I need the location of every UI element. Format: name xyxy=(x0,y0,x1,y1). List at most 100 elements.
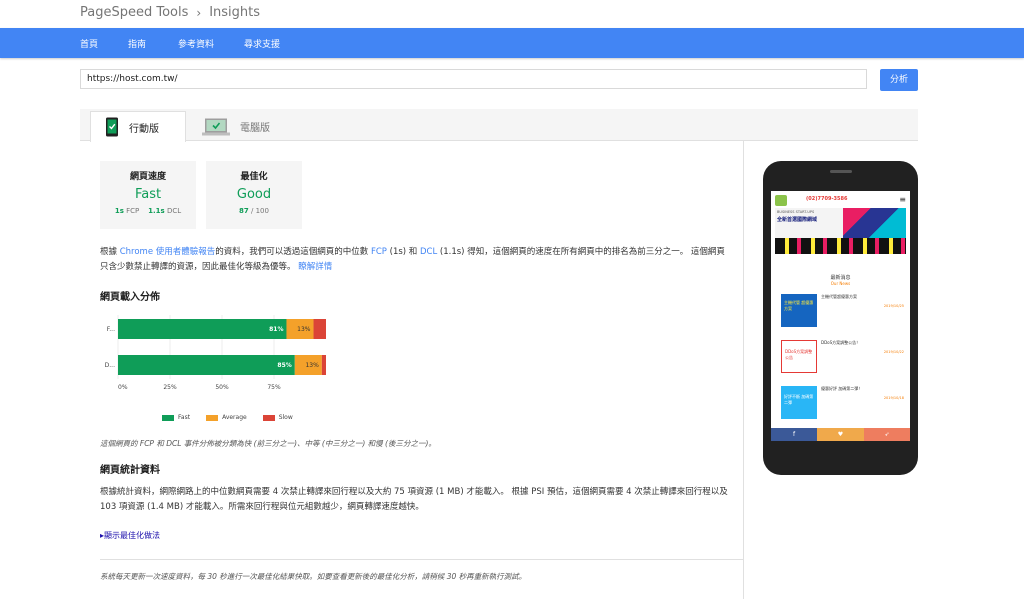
dcl-link[interactable]: DCL xyxy=(420,247,437,257)
device-tabs: 行動版 電腦版 xyxy=(80,109,918,142)
news-thumb-1[interactable]: 主機代管 超優惠方案 xyxy=(781,294,817,327)
legend-label: Fast xyxy=(178,414,191,421)
fcp-value: 1s xyxy=(114,207,124,215)
bar-slow xyxy=(313,319,326,339)
optimization-score-card: 最佳化 Good 87 / 100 xyxy=(206,161,302,229)
analyze-button[interactable]: 分析 xyxy=(880,69,918,91)
phone-screen: (02)7709-3586 ≡ BUSINESS START-UPS 全新首選國… xyxy=(771,191,910,441)
main-nav: 首頁 指南 參考資料 尋求支援 xyxy=(0,28,1024,58)
optimization-title: 最佳化 xyxy=(240,172,268,182)
news-item-3-title[interactable]: 優惠好評 加碼第二彈！ xyxy=(821,386,862,392)
site-phone: (02)7709-3586 xyxy=(806,196,848,202)
facebook-icon[interactable]: f xyxy=(771,428,817,441)
news-sub: Our News xyxy=(830,281,851,286)
breadcrumb-current[interactable]: Insights xyxy=(209,5,260,20)
category-label: F... xyxy=(107,326,115,333)
site-logo xyxy=(775,195,787,206)
news-item-1-date: 2019/10/25 xyxy=(883,304,904,308)
dcl-value: 1.1s xyxy=(148,207,165,215)
category-label: D... xyxy=(105,362,115,369)
crux-link[interactable]: Chrome 使用者體驗報告 xyxy=(120,247,216,257)
desktop-icon xyxy=(202,118,230,135)
bar-data-label: 13% xyxy=(297,326,311,333)
tab-desktop-label: 電腦版 xyxy=(240,123,270,134)
show-optimizations-link[interactable]: ▸顯示最佳化做法 xyxy=(100,530,160,541)
bar-fast xyxy=(118,319,287,339)
news-item-2-title[interactable]: DDoS方案調整公告！ xyxy=(821,340,860,346)
bar-data-label: 81% xyxy=(269,326,283,333)
banner-sub: BUSINESS START-UPS xyxy=(777,210,815,214)
legend-swatch xyxy=(262,414,275,421)
url-input[interactable] xyxy=(80,69,867,89)
hamburger-menu-icon: ≡ xyxy=(899,195,906,204)
x-tick-label: 75% xyxy=(267,384,281,391)
fcp-link[interactable]: FCP xyxy=(371,247,387,257)
news-item-2-date: 2019/10/22 xyxy=(883,350,904,354)
nav-support[interactable]: 尋求支援 xyxy=(244,37,280,50)
optimization-score: 87 / 100 xyxy=(206,207,302,215)
top-bar: PageSpeed Tools › Insights xyxy=(0,0,1024,28)
x-tick-label: 0% xyxy=(118,384,128,391)
bar-slow xyxy=(321,355,326,375)
nav-home[interactable]: 首頁 xyxy=(80,37,98,50)
chart-note: 這個網頁的 FCP 和 DCL 事件分佈被分類為快 (前三分之一)、中等 (中三… xyxy=(100,439,436,448)
speed-title: 網頁速度 xyxy=(129,172,166,182)
summary-text-a: 根據 xyxy=(100,247,120,257)
summary-paragraph: 根據 Chrome 使用者體驗報告的資料，我們可以透過這個網頁的中位數 FCP … xyxy=(100,245,730,275)
news-thumb-3-text: 好評不斷 加碼第二彈 xyxy=(784,394,814,405)
news-title: 最新消息 xyxy=(830,275,851,281)
load-distribution-chart: 0% 25% 50% 75% F... 81% 13% D... 85% 13% Fast Aver… xyxy=(102,309,342,424)
banner-graphic xyxy=(843,208,906,238)
stats-paragraph: 根據統計資料，網際網路上的中位數網頁需要 4 次禁止轉譯來回行程以及大約 75 … xyxy=(100,487,728,512)
mobile-preview: (02)7709-3586 ≡ BUSINESS START-UPS 全新首選國… xyxy=(745,141,918,599)
legend-item: Average xyxy=(206,414,247,421)
breadcrumb-root[interactable]: PageSpeed Tools xyxy=(80,5,188,20)
report-main: 網頁速度 Fast 1s FCP 1.1s DCL 最佳化 Good 87 / … xyxy=(80,141,744,599)
breadcrumb: PageSpeed Tools › Insights xyxy=(80,5,260,20)
share-icon[interactable]: ➶ xyxy=(864,428,910,441)
bar-data-label: 13% xyxy=(305,362,319,369)
legend-swatch xyxy=(206,414,219,421)
bar-fast xyxy=(118,355,295,375)
nav-reference[interactable]: 參考資料 xyxy=(178,37,214,50)
tab-desktop[interactable]: 電腦版 xyxy=(188,111,298,142)
banner-title: 全新首選國際網域 xyxy=(777,217,818,223)
chart-legend: Fast Average Slow xyxy=(162,414,305,421)
tab-mobile-label: 行動版 xyxy=(129,123,159,135)
chevron-right-icon: › xyxy=(196,5,202,20)
tab-mobile[interactable]: 行動版 xyxy=(90,111,186,142)
legend-label: Slow xyxy=(278,414,293,421)
legend-item: Fast xyxy=(162,414,190,421)
dcl-label: DCL xyxy=(166,207,182,215)
phone-speaker xyxy=(830,170,852,173)
phone-frame: (02)7709-3586 ≡ BUSINESS START-UPS 全新首選國… xyxy=(763,161,918,475)
nav-guides[interactable]: 指南 xyxy=(128,37,146,50)
bar-data-label: 85% xyxy=(277,362,291,369)
speed-score-card: 網頁速度 Fast 1s FCP 1.1s DCL xyxy=(100,161,196,229)
show-optimizations-label: 顯示最佳化做法 xyxy=(104,531,161,540)
optimization-value: Good xyxy=(236,187,272,202)
legend-swatch xyxy=(162,414,174,421)
divider xyxy=(100,559,744,560)
news-thumb-2[interactable]: DDoS方案調整公告 xyxy=(781,340,817,373)
learn-more-link[interactable]: 瞭解詳情 xyxy=(298,262,332,272)
mobile-icon xyxy=(106,117,118,137)
fcp-label: FCP xyxy=(126,207,140,215)
news-item-1-title[interactable]: 主機代管超優惠方案 xyxy=(821,294,857,300)
banner-strip xyxy=(775,238,906,254)
footer-note: 系統每天更新一次速度資料，每 30 秒進行一次最佳化結果快取。如要查看更新後的最… xyxy=(100,572,527,581)
x-tick-label: 50% xyxy=(215,384,229,391)
like-icon[interactable]: ♥ xyxy=(817,428,864,441)
legend-label: Average xyxy=(222,414,247,421)
chart-plot: 0% 25% 50% 75% F... 81% 13% D... 85% 13% xyxy=(105,315,326,391)
speed-value: Fast xyxy=(134,187,162,202)
site-banner: BUSINESS START-UPS 全新首選國際網域 xyxy=(775,208,906,254)
x-tick-label: 25% xyxy=(163,384,177,391)
optimization-score-max: / 100 xyxy=(251,207,269,215)
optimization-score-value: 87 xyxy=(239,207,249,215)
distribution-heading: 網頁載入分佈 xyxy=(100,292,160,303)
news-thumb-3[interactable]: 好評不斷 加碼第二彈 xyxy=(781,386,817,419)
summary-text-c: (1s) 和 xyxy=(386,247,420,257)
stats-heading: 網頁統計資料 xyxy=(100,465,160,476)
summary-text-b: 的資料，我們可以透過這個網頁的中位數 xyxy=(215,247,371,257)
